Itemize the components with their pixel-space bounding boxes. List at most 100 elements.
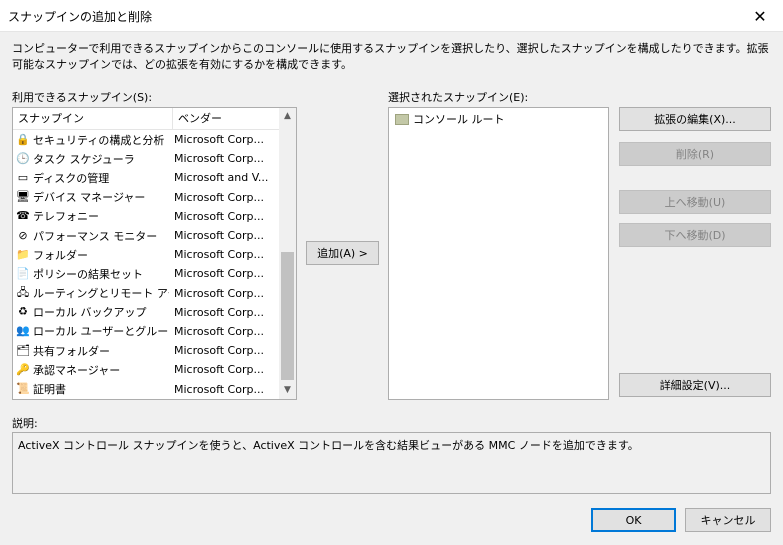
snapin-vendor: Microsoft Corp... [174, 363, 264, 377]
snapin-name: テレフォニー [33, 210, 99, 224]
list-item[interactable]: 🖧ルーティングとリモート アクセス Microsoft Corp... [13, 284, 269, 303]
remove-button[interactable]: 削除(R) [619, 142, 771, 166]
clock-icon: 🕒 [16, 151, 30, 165]
snapin-name-cell: ♻ ローカル バックアップ [13, 304, 169, 320]
snapin-name-cell: ☎ テレフォニー [13, 208, 169, 224]
snapin-vendor: Microsoft Corp... [174, 190, 264, 204]
authorization-icon: 🔑 [16, 362, 30, 376]
snapin-name: ディスクの管理 [33, 171, 110, 185]
list-item[interactable]: 🗂 共有フォルダー Microsoft Corp... [13, 341, 269, 360]
snapin-name: 承認マネージャー [33, 363, 121, 377]
snapin-vendor: Microsoft and V... [174, 171, 269, 185]
snapin-name: ローカル バックアップ [33, 306, 147, 320]
snapin-name-cell: 🖧ルーティングとリモート アクセス [13, 285, 169, 301]
list-item[interactable]: 📄 ポリシーの結果セット Microsoft Corp... [13, 264, 269, 283]
snapin-vendor: Microsoft Corp... [174, 267, 264, 281]
policy-icon: 📄 [16, 266, 30, 280]
snapin-name: パフォーマンス モニター [33, 229, 158, 243]
snapin-name-cell: 📁 フォルダー [13, 247, 169, 263]
snapin-name-cell: 📜 証明書 [13, 381, 169, 397]
snapin-vendor: Microsoft Corp... [174, 248, 264, 262]
snapin-vendor: Microsoft Corp... [174, 286, 264, 300]
snapin-vendor: Microsoft Corp... [174, 324, 264, 338]
list-item[interactable]: 📁 フォルダー Microsoft Corp... [13, 245, 269, 264]
list-item[interactable]: 🔑 承認マネージャー Microsoft Corp... [13, 360, 269, 379]
move-up-button[interactable]: 上へ移動(U) [619, 190, 771, 214]
cancel-button[interactable]: キャンセル [685, 508, 771, 532]
tree-item-console-root[interactable]: コンソール ルート [395, 111, 505, 127]
tree-item-label: コンソール ルート [413, 113, 505, 126]
snapin-vendor: Microsoft Corp... [174, 344, 264, 358]
snapin-vendor: Microsoft Corp... [174, 382, 264, 396]
close-icon: ✕ [753, 6, 767, 26]
explanation-box: ActiveX コントロール スナップインを使うと、ActiveX コントロール… [12, 432, 771, 494]
device-manager-icon: 🖥 [16, 190, 30, 204]
snapin-name-cell: 🔒 セキュリティの構成と分析 [13, 132, 169, 148]
window-title: スナップインの追加と削除 [8, 10, 153, 24]
users-icon: 👥 [16, 324, 30, 338]
backup-icon: ♻ [18, 305, 28, 319]
column-header-snapin[interactable]: スナップイン [13, 108, 173, 129]
advanced-button[interactable]: 詳細設定(V)... [619, 373, 771, 397]
performance-icon: ⊘ [18, 228, 28, 242]
snapin-name: 証明書 [33, 383, 66, 397]
snapin-name: ポリシーの結果セット [33, 267, 143, 281]
list-item[interactable]: ☎ テレフォニー Microsoft Corp... [13, 207, 269, 226]
dialog-description: コンピューターで利用できるスナップインからこのコンソールに使用するスナップインを… [12, 42, 769, 71]
edit-extensions-button[interactable]: 拡張の編集(X)... [619, 107, 771, 131]
list-item[interactable]: ⊘ パフォーマンス モニター Microsoft Corp... [13, 226, 269, 245]
title-bar: スナップインの追加と削除 ✕ [0, 0, 783, 32]
move-down-button[interactable]: 下へ移動(D) [619, 223, 771, 247]
snapin-name: デバイス マネージャー [33, 191, 146, 205]
folder-icon: 📁 [16, 247, 30, 261]
scroll-up-arrow-icon[interactable]: ▲ [279, 108, 296, 125]
snapin-name-cell: 🕒 タスク スケジューラ [13, 151, 169, 167]
snapin-name: ローカル ユーザーとグループ [33, 325, 169, 339]
scrollbar-thumb[interactable] [281, 252, 294, 380]
snapin-name-cell: 🖥 デバイス マネージャー [13, 189, 169, 205]
folder-icon [395, 113, 409, 125]
snapin-vendor: Microsoft Corp... [174, 133, 264, 147]
snapin-rows: 🔒 セキュリティの構成と分析 Microsoft Corp... 🕒 タスク スケジュー… [13, 130, 269, 399]
list-header: スナップイン ベンダー [13, 108, 280, 130]
snapin-vendor: Microsoft Corp... [174, 152, 264, 166]
snapin-name: セキュリティの構成と分析 [33, 133, 165, 147]
explanation-text: ActiveX コントロール スナップインを使うと、ActiveX コントロール… [18, 439, 639, 452]
snapin-name-cell: 🔑 承認マネージャー [13, 362, 169, 378]
list-item[interactable]: 🖥 デバイス マネージャー Microsoft Corp... [13, 188, 269, 207]
disk-icon: ▭ [17, 170, 29, 184]
add-button[interactable]: 追加(A) > [306, 241, 379, 265]
close-button[interactable]: ✕ [737, 0, 783, 32]
snapin-name-cell: 🗂 共有フォルダー [13, 343, 169, 359]
snapin-vendor: Microsoft Corp... [174, 209, 264, 223]
routing-icon: 🖧 [16, 286, 30, 300]
available-snapins-label: 利用できるスナップイン(S): [12, 91, 153, 104]
explanation-label: 説明: [12, 417, 38, 430]
vertical-scrollbar[interactable]: ▲ ▼ [279, 108, 296, 399]
scroll-down-arrow-icon[interactable]: ▼ [279, 382, 296, 399]
column-header-vendor[interactable]: ベンダー [173, 108, 280, 129]
list-item[interactable]: 👥 ローカル ユーザーとグループ Microsoft Corp... [13, 322, 269, 341]
list-item[interactable]: 🕒 タスク スケジューラ Microsoft Corp... [13, 149, 269, 168]
list-item[interactable]: ▭ ディスクの管理 Microsoft and V... [13, 168, 269, 187]
snapin-name: 共有フォルダー [33, 344, 110, 358]
snapin-name-cell: 📄 ポリシーの結果セット [13, 266, 169, 282]
list-item[interactable]: ♻ ローカル バックアップ Microsoft Corp... [13, 303, 269, 322]
snapin-name-cell: 👥 ローカル ユーザーとグループ [13, 323, 169, 339]
snapin-name: ルーティングとリモート アクセス [33, 287, 169, 301]
security-config-icon: 🔒 [16, 132, 30, 146]
snapin-vendor: Microsoft Corp... [174, 305, 264, 319]
snapin-name: タスク スケジューラ [33, 152, 135, 166]
available-snapins-list[interactable]: スナップイン ベンダー 🔒 セキュリティの構成と分析 Microsoft Corp.… [12, 107, 297, 400]
snapin-name-cell: ⊘ パフォーマンス モニター [13, 228, 169, 244]
list-item[interactable]: 📜 証明書 Microsoft Corp... [13, 379, 269, 398]
shared-folder-icon: 🗂 [16, 343, 30, 357]
certificate-icon: 📜 [16, 382, 30, 396]
snapin-name: フォルダー [33, 248, 88, 262]
list-item[interactable]: 🔒 セキュリティの構成と分析 Microsoft Corp... [13, 130, 269, 149]
selected-snapins-tree[interactable]: コンソール ルート [388, 107, 609, 400]
selected-snapins-label: 選択されたスナップイン(E): [388, 91, 529, 104]
ok-button[interactable]: OK [591, 508, 676, 532]
snapin-vendor: Microsoft Corp... [174, 229, 264, 243]
snapin-name-cell: ▭ ディスクの管理 [13, 170, 169, 186]
